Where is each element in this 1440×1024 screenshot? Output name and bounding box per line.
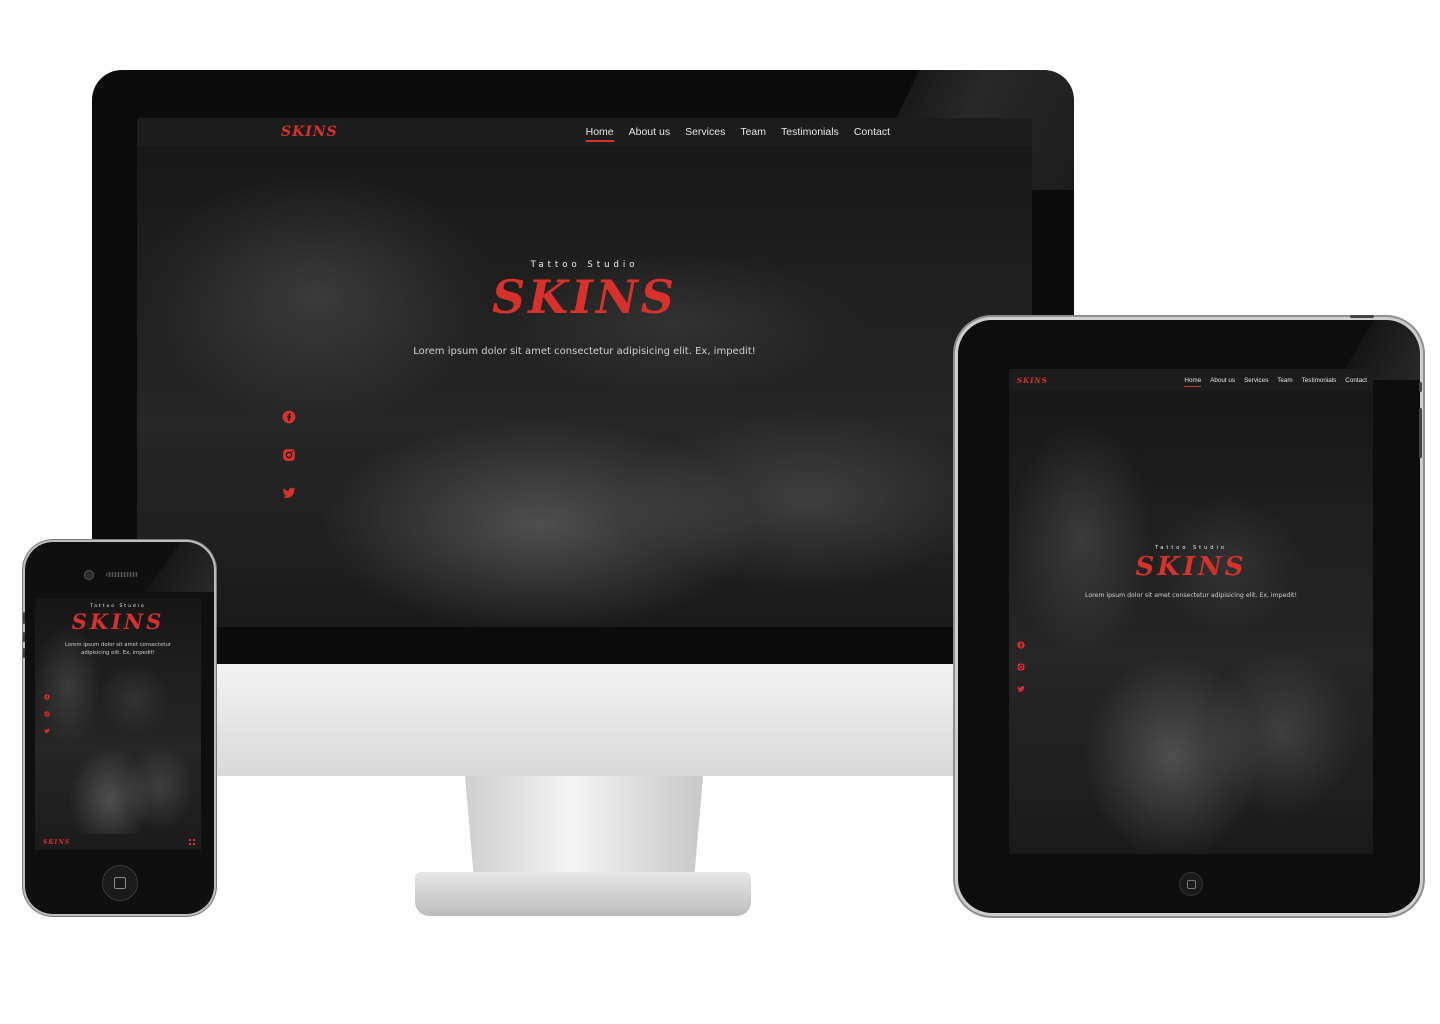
- nav-links: Home About us Services Team Testimonials…: [571, 126, 890, 142]
- nav-logo[interactable]: SKINS: [1017, 376, 1048, 385]
- nav-testimonials[interactable]: Testimonials: [781, 126, 839, 138]
- navbar: SKINS Home About us Services Team Testim…: [1009, 369, 1373, 391]
- hero-tagline: Tattoo Studio: [1155, 545, 1227, 551]
- twitter-icon[interactable]: [44, 728, 50, 734]
- hero-tagline: Tattoo Studio: [530, 260, 639, 270]
- monitor-stand-base: [415, 872, 751, 916]
- hero-content: Tattoo Studio SKINS Lorem ipsum dolor si…: [137, 260, 1032, 357]
- monitor-stand-neck: [465, 776, 703, 886]
- hero-logo: SKINS: [71, 609, 165, 634]
- nav-about-us[interactable]: About us: [1210, 377, 1235, 384]
- menu-grid-icon[interactable]: [189, 839, 195, 845]
- facebook-icon[interactable]: [282, 410, 296, 424]
- social-links: [282, 410, 296, 500]
- phone-speaker: [106, 572, 138, 577]
- hero-logo: SKINS: [1135, 552, 1247, 582]
- tablet-website-screen: SKINS Home About us Services Team Testim…: [1009, 369, 1373, 854]
- phone-mute-switch: [23, 612, 25, 624]
- nav-contact[interactable]: Contact: [854, 126, 890, 138]
- phone-home-button: [102, 865, 138, 901]
- twitter-icon[interactable]: [282, 486, 296, 500]
- nav-home[interactable]: Home: [585, 126, 614, 142]
- social-links: [1017, 641, 1025, 693]
- facebook-icon[interactable]: [44, 694, 50, 700]
- nav-about-us[interactable]: About us: [629, 126, 670, 138]
- twitter-icon[interactable]: [1017, 685, 1025, 693]
- nav-contact[interactable]: Contact: [1345, 377, 1367, 384]
- tablet-mute-switch: [1419, 382, 1422, 392]
- nav-team[interactable]: Team: [740, 126, 766, 138]
- phone-website-screen: Tattoo Studio SKINS Lorem ipsum dolor si…: [35, 598, 201, 850]
- facebook-icon[interactable]: [1017, 641, 1025, 649]
- phone-glare: [145, 542, 214, 592]
- instagram-icon[interactable]: [44, 711, 50, 717]
- social-links: [44, 694, 50, 734]
- desktop-website-screen: SKINS Home About us Services Team Testim…: [137, 118, 1032, 627]
- nav-logo[interactable]: SKINS: [281, 124, 338, 140]
- nav-services[interactable]: Services: [1244, 377, 1268, 384]
- nav-home[interactable]: Home: [1184, 377, 1201, 387]
- nav-services[interactable]: Services: [685, 126, 725, 138]
- monitor-chin: [92, 664, 1074, 776]
- nav-links: Home About us Services Team Testimonials…: [1175, 377, 1367, 387]
- tablet-volume-buttons: [1419, 408, 1422, 458]
- nav-testimonials[interactable]: Testimonials: [1302, 377, 1337, 384]
- hero-logo: SKINS: [492, 270, 677, 324]
- nav-logo[interactable]: SKINS: [43, 839, 70, 846]
- hero-content: Tattoo Studio SKINS Lorem ipsum dolor si…: [1009, 545, 1373, 599]
- navbar: SKINS Home About us Services Team Testim…: [137, 118, 1032, 146]
- hero-lead-text: Lorem ipsum dolor sit amet consectetur a…: [64, 642, 172, 656]
- tablet-home-button: [1179, 872, 1203, 896]
- phone-volume-down: [23, 648, 25, 658]
- tablet-power-button: [1350, 315, 1374, 318]
- instagram-icon[interactable]: [282, 448, 296, 462]
- hero-lead-text: Lorem ipsum dolor sit amet consectetur a…: [413, 346, 756, 357]
- hero-background-image: [137, 118, 1032, 627]
- hero-lead-text: Lorem ipsum dolor sit amet consectetur a…: [1085, 592, 1297, 599]
- instagram-icon[interactable]: [1017, 663, 1025, 671]
- hero-content: Tattoo Studio SKINS Lorem ipsum dolor si…: [35, 604, 201, 657]
- nav-team[interactable]: Team: [1277, 377, 1292, 384]
- phone-camera: [84, 570, 94, 580]
- hero-background-image: [1009, 369, 1373, 854]
- phone-volume-up: [23, 632, 25, 642]
- mobile-bottom-bar: SKINS: [35, 834, 201, 850]
